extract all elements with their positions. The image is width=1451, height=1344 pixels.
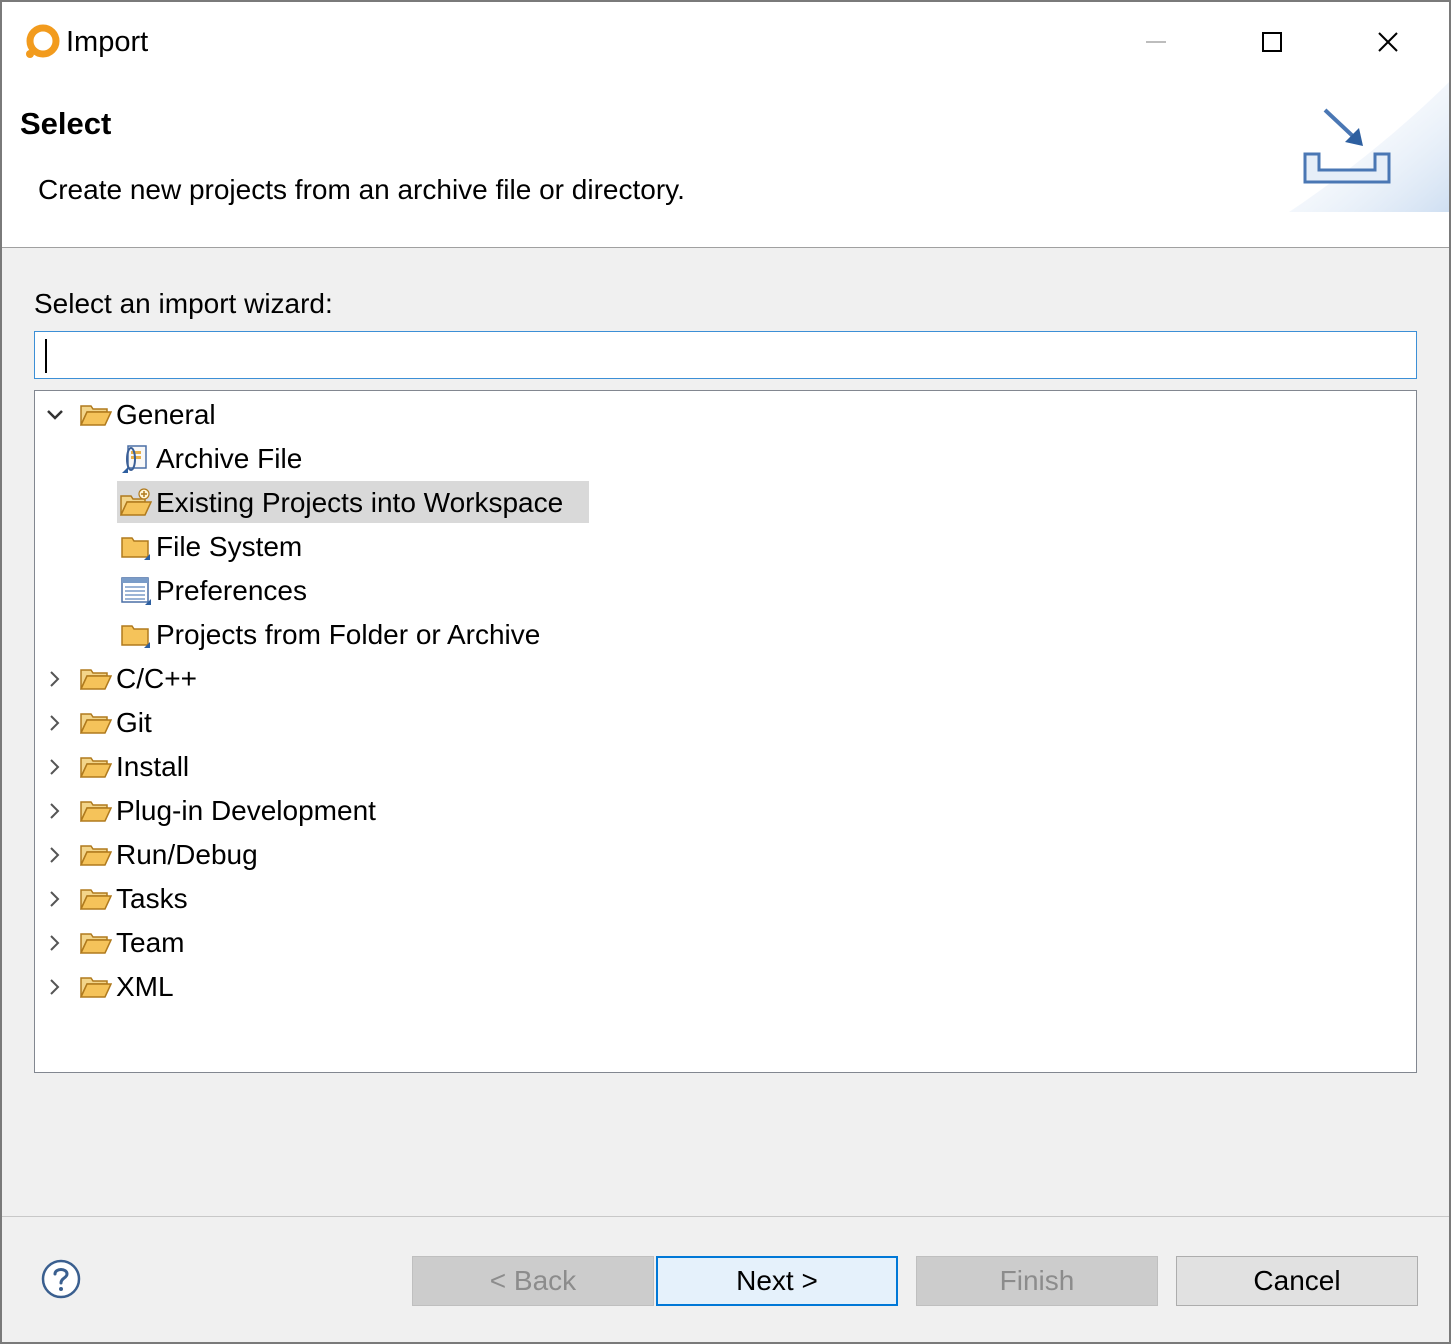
folder-open-icon: [79, 750, 113, 784]
chevron-right-icon[interactable]: [43, 843, 67, 867]
close-icon: [1378, 32, 1398, 52]
tree-node-existing-projects[interactable]: Existing Projects into Workspace: [35, 483, 635, 523]
preferences-icon: [119, 574, 153, 608]
cancel-button[interactable]: Cancel: [1176, 1256, 1418, 1306]
tree-node-label: File System: [156, 531, 303, 562]
finish-button[interactable]: Finish: [916, 1256, 1158, 1306]
folder-open-icon: [79, 882, 113, 916]
wizard-banner: Select Create new projects from an archi…: [2, 82, 1449, 248]
folder-open-icon: [79, 838, 113, 872]
folder-open-icon: [79, 662, 113, 696]
chevron-right-icon[interactable]: [43, 711, 67, 735]
existing-projects-icon: [119, 486, 153, 520]
window-title: Import: [66, 26, 149, 58]
chevron-right-icon[interactable]: [43, 799, 67, 823]
tree-node-label: Projects from Folder or Archive: [156, 619, 541, 650]
tree-node-file-system[interactable]: File System: [35, 527, 635, 567]
chevron-down-icon[interactable]: [43, 403, 67, 427]
tree-node-label: Run/Debug: [116, 839, 258, 870]
tree-node-plugin-development[interactable]: Plug-in Development: [35, 791, 635, 831]
tree-node-label: Tasks: [116, 883, 188, 914]
minimize-icon: [1146, 41, 1166, 43]
chevron-right-icon[interactable]: [43, 975, 67, 999]
close-button[interactable]: [1330, 2, 1446, 82]
help-icon[interactable]: [40, 1258, 82, 1300]
import-wizard-label: Select an import wizard:: [34, 288, 333, 319]
tree-node-xml[interactable]: XML: [35, 967, 635, 1007]
footer-divider: [2, 1216, 1449, 1217]
tree-node-label: XML: [116, 971, 174, 1002]
title-bar: Import: [2, 2, 1449, 82]
folder-open-icon: [79, 970, 113, 1004]
tree-node-install[interactable]: Install: [35, 747, 635, 787]
import-wizard-icon: [1289, 82, 1449, 212]
page-description: Create new projects from an archive file…: [38, 174, 685, 205]
folder-icon: [119, 530, 153, 564]
tree-node-archive-file[interactable]: Archive File: [35, 439, 635, 479]
chevron-right-icon[interactable]: [43, 755, 67, 779]
tree-node-run-debug[interactable]: Run/Debug: [35, 835, 635, 875]
archive-file-icon: [119, 442, 153, 476]
wizard-tree[interactable]: General Archive File Existing Projects i…: [34, 390, 1417, 1073]
tree-node-tasks[interactable]: Tasks: [35, 879, 635, 919]
import-dialog: Import Select Create new projects from a…: [0, 0, 1451, 1344]
chevron-right-icon[interactable]: [43, 667, 67, 691]
tree-node-git[interactable]: Git: [35, 703, 635, 743]
tree-node-cpp[interactable]: C/C++: [35, 659, 635, 699]
tree-node-team[interactable]: Team: [35, 923, 635, 963]
folder-icon: [119, 618, 153, 652]
tree-node-label: General: [116, 399, 216, 430]
chevron-right-icon[interactable]: [43, 931, 67, 955]
tree-node-label: Existing Projects into Workspace: [156, 487, 564, 518]
tree-node-projects-from-folder[interactable]: Projects from Folder or Archive: [35, 615, 635, 655]
filter-input[interactable]: [34, 331, 1417, 379]
eclipse-app-icon: [26, 24, 60, 58]
tree-node-preferences[interactable]: Preferences: [35, 571, 635, 611]
folder-open-icon: [79, 706, 113, 740]
tree-node-label: Archive File: [156, 443, 303, 474]
folder-open-icon: [79, 398, 113, 432]
tree-node-label: Git: [116, 707, 152, 738]
tree-node-label: Install: [116, 751, 190, 782]
text-caret: [45, 339, 47, 373]
folder-open-icon: [79, 926, 113, 960]
minimize-button[interactable]: [1098, 2, 1214, 82]
tree-node-label: Preferences: [156, 575, 307, 606]
chevron-right-icon[interactable]: [43, 887, 67, 911]
next-button[interactable]: Next >: [656, 1256, 898, 1306]
maximize-icon: [1262, 32, 1282, 52]
tree-node-label: Plug-in Development: [116, 795, 376, 826]
tree-node-label: Team: [116, 927, 185, 958]
tree-node-general[interactable]: General: [35, 395, 635, 435]
maximize-button[interactable]: [1214, 2, 1330, 82]
back-button[interactable]: < Back: [412, 1256, 654, 1306]
page-title: Select: [20, 106, 112, 141]
folder-open-icon: [79, 794, 113, 828]
tree-node-label: C/C++: [116, 663, 197, 694]
